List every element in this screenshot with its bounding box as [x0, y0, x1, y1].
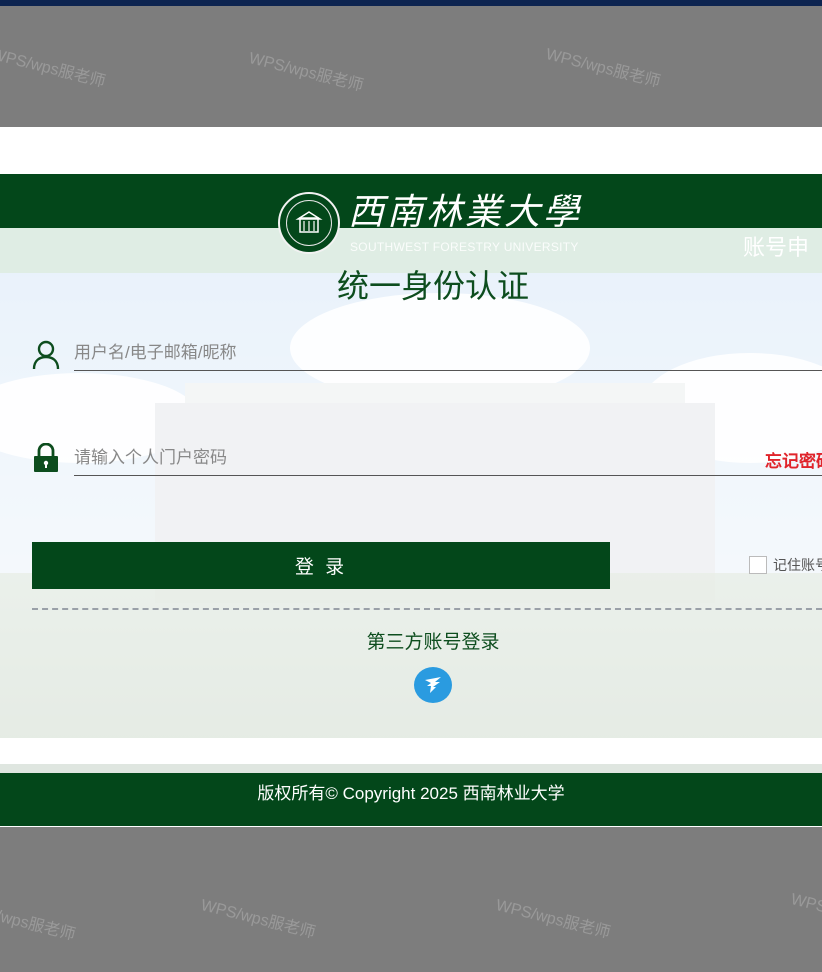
watermark: WPS/wps服老师 — [0, 898, 78, 944]
login-page: 西南林業大學 SOUTHWEST FORESTRY UNIVERSITY 账号申… — [0, 127, 822, 827]
copyright-text: 版权所有© Copyright 2025 西南林业大学 — [257, 784, 565, 803]
divider — [32, 608, 822, 610]
remember-label: 记住账号 — [773, 557, 822, 573]
watermark: WPS/wps服老师 — [247, 49, 366, 95]
university-name: 西南林業大學 — [348, 192, 583, 233]
footer-band — [0, 764, 822, 773]
account-apply-link[interactable]: 账号申 — [743, 230, 809, 262]
university-logo — [278, 192, 340, 254]
lock-icon — [33, 442, 59, 478]
username-field — [74, 337, 822, 371]
footer: 版权所有© Copyright 2025 西南林业大学 — [0, 773, 822, 826]
forgot-password-link[interactable]: 忘记密码 — [765, 447, 822, 472]
password-field — [74, 442, 822, 476]
username-input[interactable] — [74, 337, 754, 369]
university-name-en: SOUTHWEST FORESTRY UNIVERSITY — [350, 240, 579, 254]
watermark: WPS/wps服老师 — [0, 45, 108, 91]
watermark: WPS/wps服老师 — [199, 896, 318, 942]
page-title: 统一身份认证 — [336, 268, 529, 304]
watermark: WPS/wps服老师 — [494, 896, 613, 942]
watermark: WPS/wps服老师 — [789, 890, 822, 936]
bird-icon — [425, 677, 441, 693]
third-party-login-button[interactable] — [414, 667, 452, 703]
third-party-title: 第三方账号登录 — [366, 632, 500, 653]
watermark: WPS/wps服老师 — [544, 45, 663, 91]
login-button[interactable]: 登 录 — [32, 542, 610, 589]
remember-checkbox[interactable] — [749, 556, 767, 574]
remember-account[interactable]: 记住账号 — [749, 555, 822, 575]
password-input[interactable] — [74, 442, 754, 474]
dim-overlay-top: WPS/wps服老师 WPS/wps服老师 WPS/wps服老师 — [0, 6, 822, 127]
dim-overlay-bottom: WPS/wps服老师 WPS/wps服老师 WPS/wps服老师 WPS/wps… — [0, 827, 822, 972]
user-icon — [32, 340, 60, 375]
